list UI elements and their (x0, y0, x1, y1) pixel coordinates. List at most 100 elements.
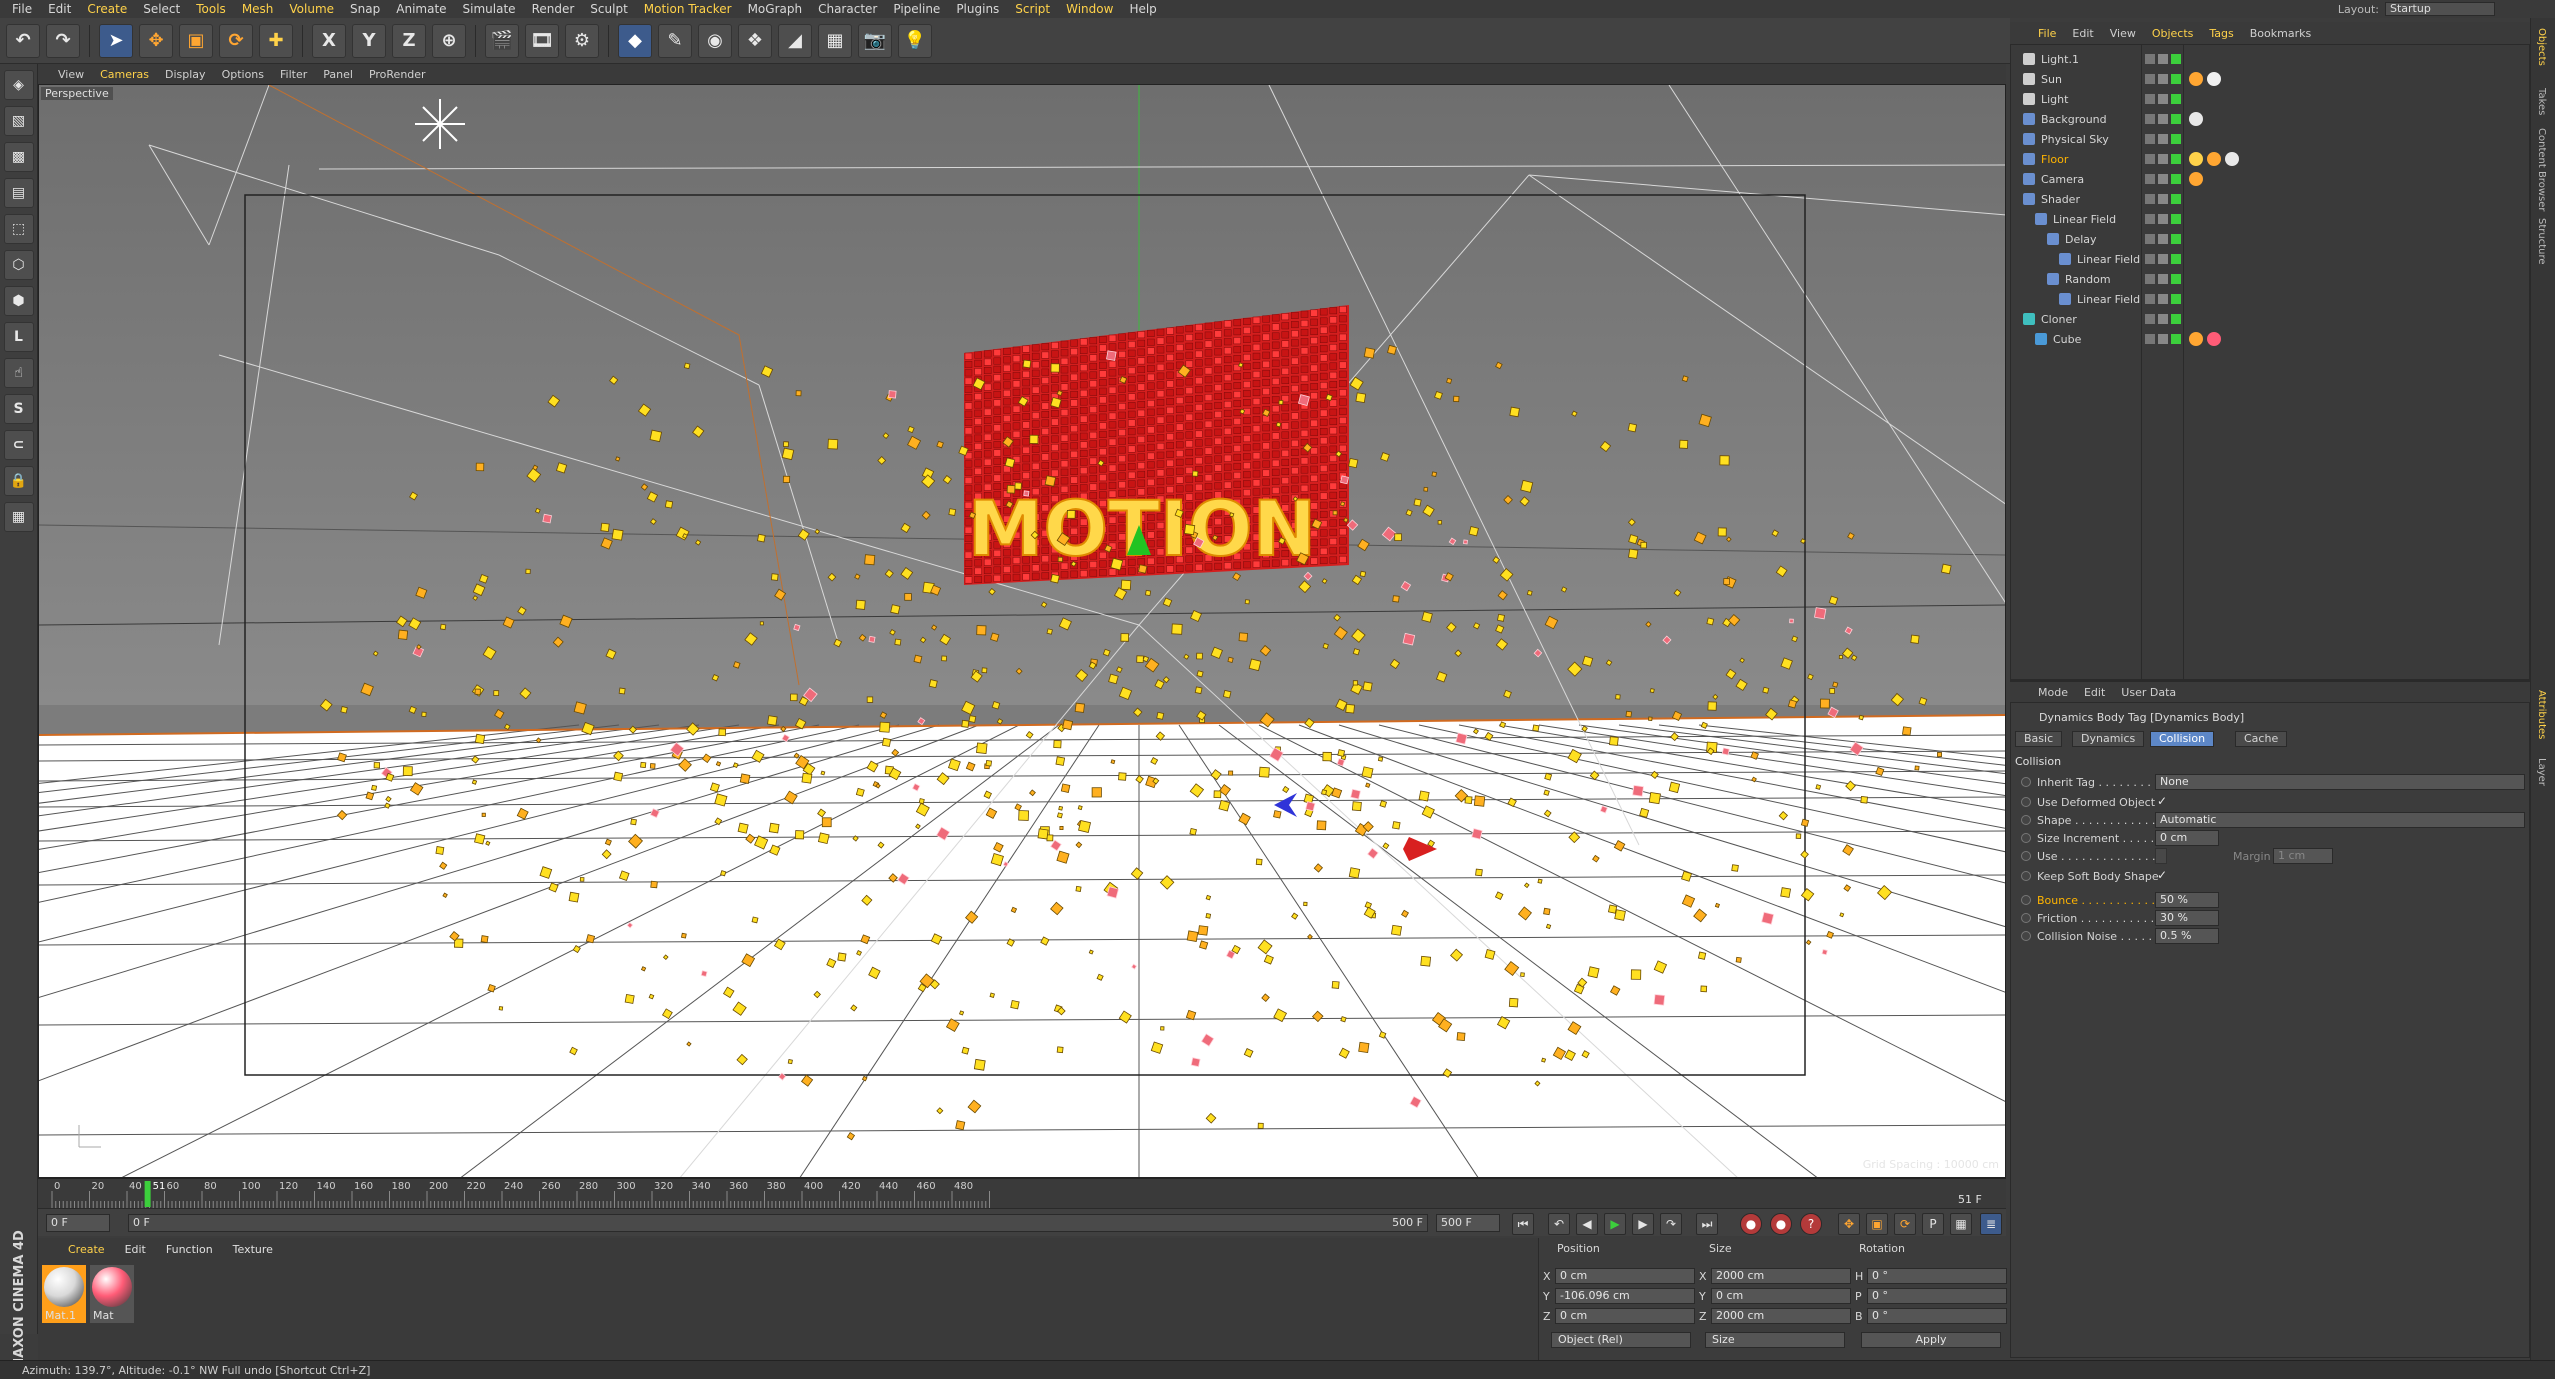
previous-key-button[interactable]: ↶ (1548, 1213, 1570, 1235)
object-menu-view[interactable]: View (2102, 27, 2144, 40)
attribute-field[interactable]: 0 cm (2155, 830, 2219, 846)
visibility-toggles[interactable] (2145, 294, 2181, 304)
use-checkbox[interactable] (2155, 848, 2167, 864)
visibility-dot-icon[interactable] (2171, 334, 2181, 344)
material-menu-texture[interactable]: Texture (223, 1243, 283, 1256)
visibility-toggles[interactable] (2145, 214, 2181, 224)
tweak-mode-icon[interactable]: ☝ (3, 358, 34, 388)
record-pla-icon[interactable]: ▦ (1950, 1213, 1972, 1235)
animate-radio-icon[interactable] (2021, 913, 2031, 923)
tag-icon[interactable] (2189, 152, 2203, 166)
attribute-checkbox[interactable]: ✓ (2157, 794, 2167, 808)
visibility-dot-icon[interactable] (2145, 314, 2155, 324)
visibility-toggles[interactable] (2145, 134, 2181, 144)
pen-spline-icon[interactable]: ✎ (658, 23, 692, 58)
attribute-dropdown[interactable]: None (2155, 774, 2525, 790)
visibility-dot-icon[interactable] (2145, 94, 2155, 104)
magnet-icon[interactable]: ⊂ (3, 430, 34, 460)
attribute-menu-mode[interactable]: Mode (2030, 686, 2076, 699)
record-position-icon[interactable]: ✥ (1838, 1213, 1860, 1235)
object-row[interactable]: Random (2011, 269, 2529, 289)
menu-sculpt[interactable]: Sculpt (582, 2, 635, 16)
light-icon[interactable]: 💡 (898, 23, 932, 58)
menu-create[interactable]: Create (79, 2, 135, 16)
object-row[interactable]: Cube (2011, 329, 2529, 349)
animate-radio-icon[interactable] (2021, 895, 2031, 905)
visibility-dot-icon[interactable] (2158, 134, 2168, 144)
visibility-dot-icon[interactable] (2171, 234, 2181, 244)
undo-button[interactable]: ↶ (6, 23, 40, 58)
viewport-mode-label[interactable]: Perspective (41, 87, 113, 100)
object-row[interactable]: Cloner (2011, 309, 2529, 329)
material-menu-edit[interactable]: Edit (115, 1243, 156, 1256)
visibility-dot-icon[interactable] (2158, 54, 2168, 64)
go-to-start-button[interactable]: ⏮ (1512, 1213, 1534, 1235)
pos-z-field[interactable]: 0 cm (1555, 1308, 1695, 1324)
move-tool-icon[interactable]: ✥ (139, 23, 173, 58)
keyframe-selection-button[interactable]: ? (1800, 1213, 1822, 1235)
x-axis-button[interactable]: X (312, 23, 346, 58)
points-mode-icon[interactable]: ⬚ (3, 214, 34, 244)
edges-mode-icon[interactable]: ⬡ (3, 250, 34, 280)
object-row[interactable]: Delay (2011, 229, 2529, 249)
visibility-toggles[interactable] (2145, 154, 2181, 164)
tab-collision[interactable]: Collision (2150, 731, 2215, 747)
side-tab-attributes[interactable]: Attributes (2536, 690, 2547, 739)
apply-button[interactable]: Apply (1861, 1332, 2001, 1348)
side-tab-content-browser[interactable]: Content Browser (2536, 128, 2547, 211)
object-name[interactable]: Camera (2041, 173, 2151, 186)
object-row[interactable]: Sun (2011, 69, 2529, 89)
tag-icon[interactable] (2225, 152, 2239, 166)
tab-dynamics[interactable]: Dynamics (2072, 731, 2145, 747)
animate-radio-icon[interactable] (2021, 871, 2031, 881)
coordinate-system-icon[interactable]: ⊕ (432, 23, 466, 58)
attribute-menu-edit[interactable]: Edit (2076, 686, 2113, 699)
visibility-dot-icon[interactable] (2171, 154, 2181, 164)
menu-motion-tracker[interactable]: Motion Tracker (636, 2, 740, 16)
polygons-mode-icon[interactable]: ⬢ (3, 286, 34, 316)
object-name[interactable]: Cloner (2041, 313, 2151, 326)
menu-edit[interactable]: Edit (40, 2, 79, 16)
pos-y-field[interactable]: -106.096 cm (1555, 1288, 1695, 1304)
size-z-field[interactable]: 2000 cm (1711, 1308, 1851, 1324)
attribute-field[interactable]: 50 % (2155, 892, 2219, 908)
visibility-dot-icon[interactable] (2171, 274, 2181, 284)
visibility-toggles[interactable] (2145, 194, 2181, 204)
visibility-toggles[interactable] (2145, 274, 2181, 284)
rot-h-field[interactable]: 0 ° (1867, 1268, 2007, 1284)
preview-range-slider[interactable]: 0 F 500 F (128, 1214, 1428, 1232)
camera-icon[interactable]: 📷 (858, 23, 892, 58)
current-frame-field[interactable]: 51 F (1958, 1193, 1982, 1206)
visibility-toggles[interactable] (2145, 74, 2181, 84)
object-row[interactable]: Floor (2011, 149, 2529, 169)
visibility-dot-icon[interactable] (2171, 134, 2181, 144)
tag-icon[interactable] (2189, 112, 2203, 126)
rot-b-field[interactable]: 0 ° (1867, 1308, 2007, 1324)
cube-primitive-icon[interactable]: ◆ (618, 23, 652, 58)
visibility-dot-icon[interactable] (2145, 54, 2155, 64)
visibility-dot-icon[interactable] (2158, 334, 2168, 344)
animate-radio-icon[interactable] (2021, 833, 2031, 843)
menu-tools[interactable]: Tools (188, 2, 234, 16)
visibility-dot-icon[interactable] (2171, 314, 2181, 324)
object-menu-file[interactable]: File (2030, 27, 2064, 40)
texture-mode-icon[interactable]: ▩ (3, 142, 34, 172)
object-name[interactable]: Background (2041, 113, 2151, 126)
cloner-icon[interactable]: ❖ (738, 23, 772, 58)
visibility-toggles[interactable] (2145, 334, 2181, 344)
material-swatch-1[interactable]: Mat.1 (42, 1265, 86, 1323)
animate-radio-icon[interactable] (2021, 777, 2031, 787)
visibility-toggles[interactable] (2145, 94, 2181, 104)
select-tool-icon[interactable]: ➤ (99, 23, 133, 58)
autokey-button[interactable]: ● (1770, 1213, 1792, 1235)
pos-x-field[interactable]: 0 cm (1555, 1268, 1695, 1284)
visibility-dot-icon[interactable] (2158, 194, 2168, 204)
object-row[interactable]: Camera (2011, 169, 2529, 189)
visibility-dot-icon[interactable] (2171, 94, 2181, 104)
object-row[interactable]: Shader (2011, 189, 2529, 209)
margin-field[interactable]: 1 cm (2273, 848, 2333, 864)
attribute-field[interactable]: 30 % (2155, 910, 2219, 926)
viewport-menu-options[interactable]: Options (214, 68, 272, 81)
size-x-field[interactable]: 2000 cm (1711, 1268, 1851, 1284)
scene-floor-icon[interactable]: ▦ (818, 23, 852, 58)
